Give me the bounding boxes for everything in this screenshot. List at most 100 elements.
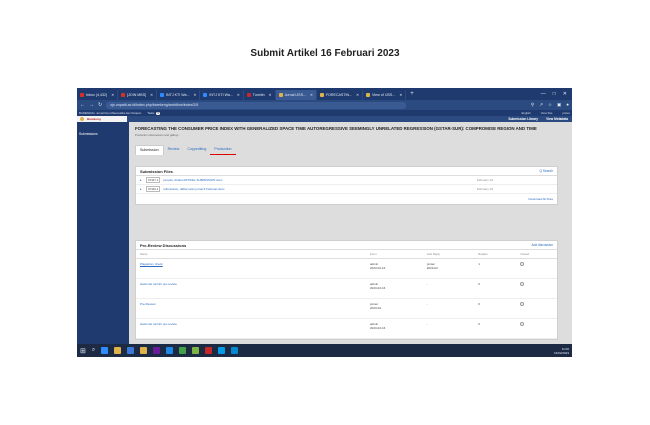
browser-tab[interactable]: INTJ KTI Wa... ✕ [200,90,244,100]
taskbar-search-icon[interactable]: ⌕ [92,347,95,354]
url-field[interactable]: ojs.unpatti.ac.id/index.php/barekeng/wor… [106,101,407,109]
discussion-name[interactable]: Pre-Review [136,298,366,319]
forward-icon[interactable]: → [89,102,94,108]
discussion-name[interactable]: Hasil cek turnitin pre-review [136,318,366,339]
closed-checkbox[interactable] [520,322,525,326]
from-date: 2023-02-16 [370,266,386,270]
table-row[interactable]: Hasil cek turnitin pre-review admin 2023-0… [136,278,557,299]
tab-label: Turnitin [252,93,265,97]
table-row[interactable]: Pre-Review pmtec 2023-02- 0 [136,298,557,319]
browser-tab[interactable]: FORECASTIN... ✕ [317,90,364,100]
screenshot-frame: Inbox (4,432) ✕ [JOIN MBS] ✕ INTJ KTI Wa... ✕… [77,88,572,371]
taskbar-app-icon[interactable] [205,347,213,354]
files-search-link[interactable]: Q Search [540,169,553,173]
file-row[interactable]: ▸ 97430-1 submission, daftar isian jurna… [136,185,557,194]
tab-favicon-icon [246,93,251,97]
discussion-last-reply: - [422,298,475,319]
taskbar-app-icon[interactable] [231,347,239,354]
discussion-name[interactable]: Hasil cek turnitin pre-review [136,278,366,299]
taskbar-app-icon[interactable] [192,347,200,354]
last-reply-date: 2023-02 [426,266,438,270]
add-discussion-link[interactable]: Add discussion [532,243,553,247]
table-row[interactable]: Plagiarism check admin 2023-02-16 pmtec 2023… [136,258,557,279]
column-header-name: Name [136,250,366,259]
sidebar-icon[interactable]: ▣ [557,102,561,108]
column-header-from: From [366,250,423,259]
taskbar-app-icon[interactable] [179,347,187,354]
table-row[interactable]: Hasil cek turnitin pre-review admin 2023-0… [136,318,557,339]
closed-checkbox[interactable] [520,262,525,266]
discussions-panel: Pre-Review Discussions Add discussion Na… [135,240,558,340]
discussion-name[interactable]: Plagiarism check [136,258,366,279]
file-date: February 16 [476,178,493,182]
browser-tab[interactable]: Turnitin ✕ [244,90,276,100]
submission-library-link[interactable]: Submission Library [508,117,538,121]
taskbar-app-icon[interactable] [114,347,122,354]
tasks-count-badge: 0 [156,111,160,115]
clock-date: 16/02/2023 [553,350,569,355]
taskbar-app-icon[interactable] [101,347,109,354]
download-all-files-link[interactable]: Download All Files [136,194,557,204]
tab-copyediting[interactable]: Copyediting [183,145,210,155]
taskbar-app-icon[interactable] [140,347,148,354]
discussions-panel-title: Pre-Review Discussions [140,242,187,248]
tasks-link[interactable]: Tasks 0 [147,111,160,115]
search-icon[interactable]: ⚲ [531,102,534,108]
closed-checkbox[interactable] [520,302,525,306]
tab-review[interactable]: Review [164,145,184,155]
browser-tab[interactable]: View of IJSS... ✕ [363,90,407,100]
share-icon[interactable]: ↗ [539,102,543,108]
tab-favicon-icon [80,93,84,97]
taskbar-app-icon[interactable] [166,347,174,354]
tab-close-icon[interactable]: ✕ [356,93,359,97]
profile-icon[interactable]: ● [566,102,569,108]
back-icon[interactable]: ← [80,102,85,108]
language-link[interactable]: English [522,111,531,115]
close-window-button[interactable]: ✕ [563,91,567,97]
taskbar-clock[interactable]: 11:00 16/02/2023 [554,347,569,355]
taskbar-app-icon[interactable] [127,347,135,354]
from-date: 2023-02-16 [370,286,386,290]
tab-close-icon[interactable]: ✕ [111,93,114,97]
tab-close-icon[interactable]: ✕ [269,93,272,97]
sidebar-item-submissions[interactable]: Submissions [77,122,129,136]
tab-close-icon[interactable]: ✕ [399,93,402,97]
tab-close-icon[interactable]: ✕ [237,93,240,97]
closed-checkbox[interactable] [520,282,525,286]
taskbar-app-icon[interactable] [153,347,161,354]
discussion-last-reply: - [422,318,475,339]
new-tab-button[interactable]: + [406,91,418,97]
taskbar-app-icon[interactable] [218,347,226,354]
submission-meta: Production discussions and galleys [135,133,179,137]
windows-start-icon[interactable]: ⊞ [80,347,86,355]
tab-close-icon[interactable]: ✕ [193,93,196,97]
reload-icon[interactable]: ↻ [98,102,102,108]
browser-tab[interactable]: [JOIN MBS] ✕ [118,90,158,100]
journal-context[interactable]: BAREKENG: Jurnal Ilmu Matematika dan Ter… [79,111,141,115]
browser-tab[interactable]: Inbox (4,432) ✕ [77,90,119,100]
file-name[interactable]: submission, daftar isian jurnal 9 Februa… [163,187,224,191]
file-row[interactable]: ▸ 97427-1 penulis, Artikel ARTIKEL SUBMI… [136,176,557,185]
tab-close-icon[interactable]: ✕ [310,93,313,97]
file-name[interactable]: penulis, Artikel ARTIKEL SUBMISSION.docx [163,178,222,182]
view-site-link[interactable]: View Site [541,111,553,115]
discussion-from: admin 2023-02-16 [366,258,423,279]
tab-production[interactable]: Production [210,145,236,155]
tab-favicon-icon [319,93,324,97]
tab-favicon-icon [160,93,165,97]
tab-submission[interactable]: Submission [135,145,164,155]
maximize-button[interactable]: □ [553,91,556,97]
tab-favicon-icon [366,93,371,97]
star-icon[interactable]: ☆ [548,102,552,108]
minimize-button[interactable]: — [541,91,546,97]
browser-tab[interactable]: INTJ KTI Wa... ✕ [157,90,201,100]
user-menu[interactable]: pmtec [562,111,570,115]
view-metadata-link[interactable]: View Metadata [546,117,568,121]
address-bar: ← → ↻ ojs.unpatti.ac.id/index.php/bareke… [77,100,572,110]
logo-text: Barekeng [87,117,101,121]
tab-close-icon[interactable]: ✕ [150,93,153,97]
stage-tabs: Submission Review Copyediting Production [135,145,236,155]
browser-tab[interactable]: Jurnal IJSS... ✕ [275,90,317,100]
file-id: 97427-1 [146,177,161,183]
main-content: FORECASTING THE CONSUMER PRICE INDEX WIT… [129,122,572,344]
